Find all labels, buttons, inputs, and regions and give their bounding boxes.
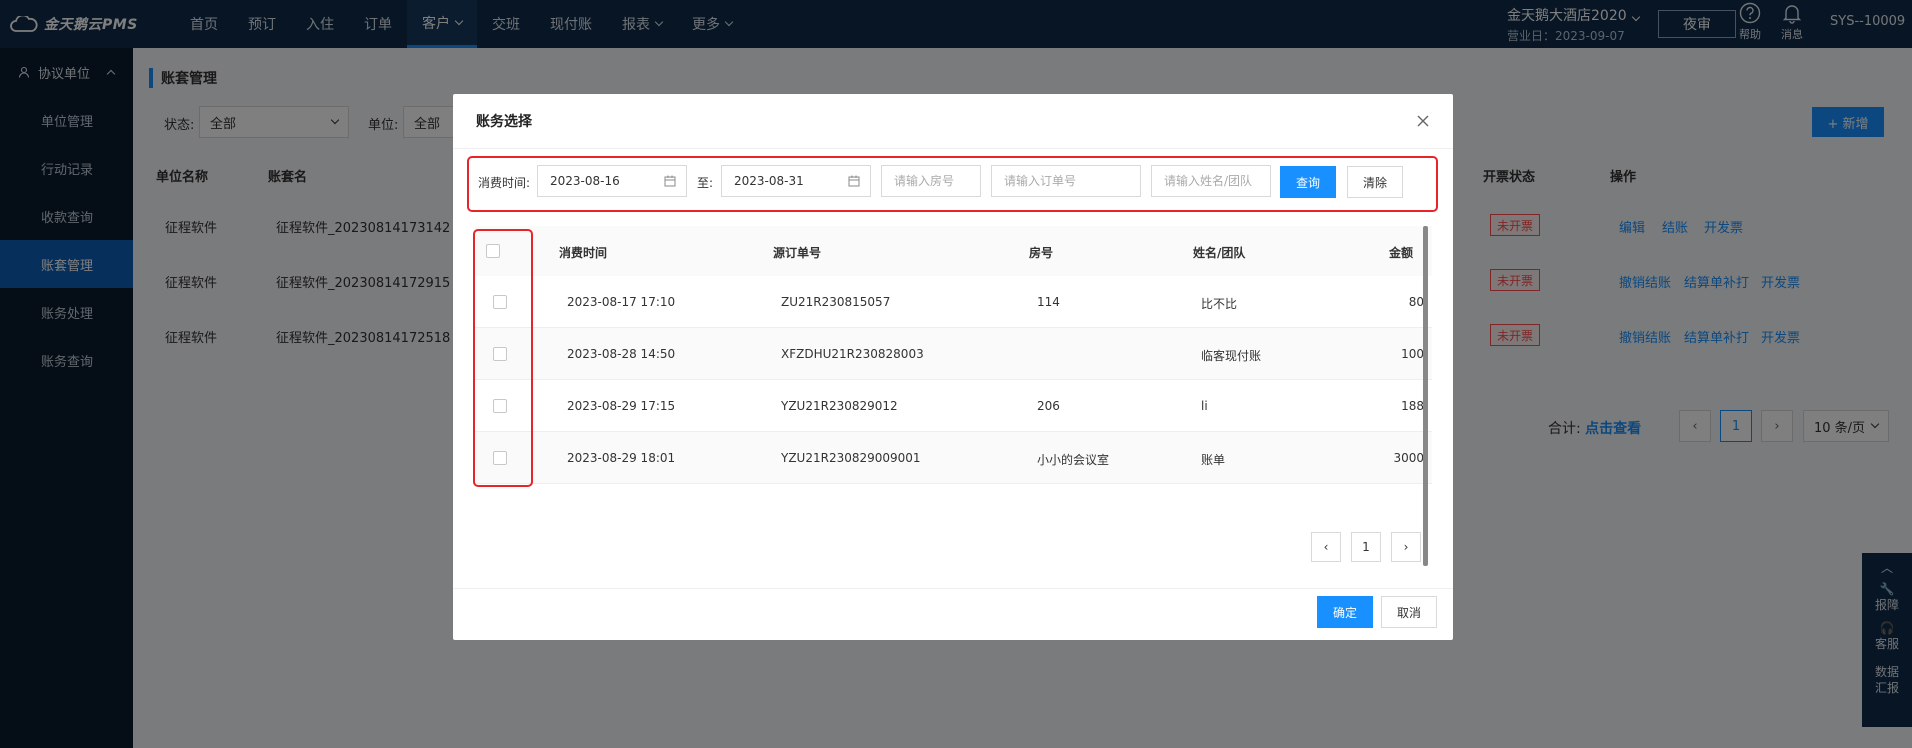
cell-name-team: li xyxy=(1201,399,1208,413)
cell-consume-time: 2023-08-28 14:50 xyxy=(567,347,676,361)
row-checkbox[interactable] xyxy=(493,295,507,309)
select-all-checkbox[interactable] xyxy=(486,244,500,258)
column-header-consume-time: 消费时间 xyxy=(559,246,608,260)
cell-source-order: ZU21R230815057 xyxy=(781,295,891,309)
search-bar: 消费时间: 2023-08-16 至: 2023-08-31 查询 清除 xyxy=(453,154,1453,208)
cell-source-order: YZU21R230829009001 xyxy=(781,451,921,465)
cell-room: 小小的会议室 xyxy=(1037,453,1110,467)
clear-button[interactable]: 清除 xyxy=(1347,166,1403,198)
cell-room: 206 xyxy=(1037,399,1060,413)
table-row[interactable]: 2023-08-17 17:10 ZU21R230815057 114 比不比 … xyxy=(473,276,1432,328)
dialog-next-page-button[interactable]: › xyxy=(1391,532,1421,562)
dialog-title: 账务选择 xyxy=(476,114,532,130)
end-date-picker[interactable]: 2023-08-31 xyxy=(721,165,871,197)
cell-amount: 100 xyxy=(1401,347,1424,361)
cell-consume-time: 2023-08-29 17:15 xyxy=(567,399,676,413)
cell-consume-time: 2023-08-29 18:01 xyxy=(567,451,676,465)
table-row[interactable]: 2023-08-29 17:15 YZU21R230829012 206 li … xyxy=(473,380,1432,432)
dialog-prev-page-button[interactable]: ‹ xyxy=(1311,532,1341,562)
cell-source-order: YZU21R230829012 xyxy=(781,399,898,413)
cell-name-team: 比不比 xyxy=(1201,297,1238,311)
cell-consume-time: 2023-08-17 17:10 xyxy=(567,295,676,309)
divider xyxy=(453,588,1453,589)
cell-source-order: XFZDHU21R230828003 xyxy=(781,347,924,361)
divider xyxy=(453,148,1453,149)
calendar-icon xyxy=(664,175,676,187)
cancel-button[interactable]: 取消 xyxy=(1381,596,1437,628)
chevron-left-icon: ‹ xyxy=(1323,540,1329,554)
consume-time-label: 消费时间: xyxy=(478,176,531,190)
table-row[interactable]: 2023-08-28 14:50 XFZDHU21R230828003 临客现付… xyxy=(473,328,1432,380)
confirm-button[interactable]: 确定 xyxy=(1317,596,1373,628)
column-header-amount: 金额 xyxy=(1389,246,1414,260)
order-number-input[interactable] xyxy=(991,165,1141,197)
cell-amount: 80 xyxy=(1408,295,1424,309)
row-checkbox[interactable] xyxy=(493,399,507,413)
column-header-name-team: 姓名/团队 xyxy=(1193,246,1246,260)
cell-amount: 3000 xyxy=(1393,451,1424,465)
close-icon[interactable] xyxy=(1416,114,1430,128)
start-date-picker[interactable]: 2023-08-16 xyxy=(537,165,687,197)
room-number-input[interactable] xyxy=(881,165,981,197)
query-button[interactable]: 查询 xyxy=(1280,166,1336,198)
cell-name-team: 账单 xyxy=(1201,453,1226,467)
chevron-right-icon: › xyxy=(1403,540,1409,554)
column-header-source-order: 源订单号 xyxy=(773,246,822,260)
table-header: 消费时间 源订单号 房号 姓名/团队 金额 xyxy=(473,226,1432,276)
column-header-room: 房号 xyxy=(1029,246,1054,260)
dialog-page-number[interactable]: 1 xyxy=(1351,532,1381,562)
calendar-icon xyxy=(848,175,860,187)
row-checkbox[interactable] xyxy=(493,347,507,361)
cell-amount: 188 xyxy=(1401,399,1424,413)
billing-select-dialog: 账务选择 消费时间: 2023-08-16 至: 2023-08-31 查询 清… xyxy=(453,94,1453,640)
table-row[interactable]: 2023-08-29 18:01 YZU21R230829009001 小小的会… xyxy=(473,432,1432,484)
cell-name-team: 临客现付账 xyxy=(1201,349,1262,363)
to-label: 至: xyxy=(697,176,714,190)
name-team-input[interactable] xyxy=(1151,165,1271,197)
row-checkbox[interactable] xyxy=(493,451,507,465)
table-scrollbar[interactable] xyxy=(1423,226,1428,566)
cell-room: 114 xyxy=(1037,295,1060,309)
